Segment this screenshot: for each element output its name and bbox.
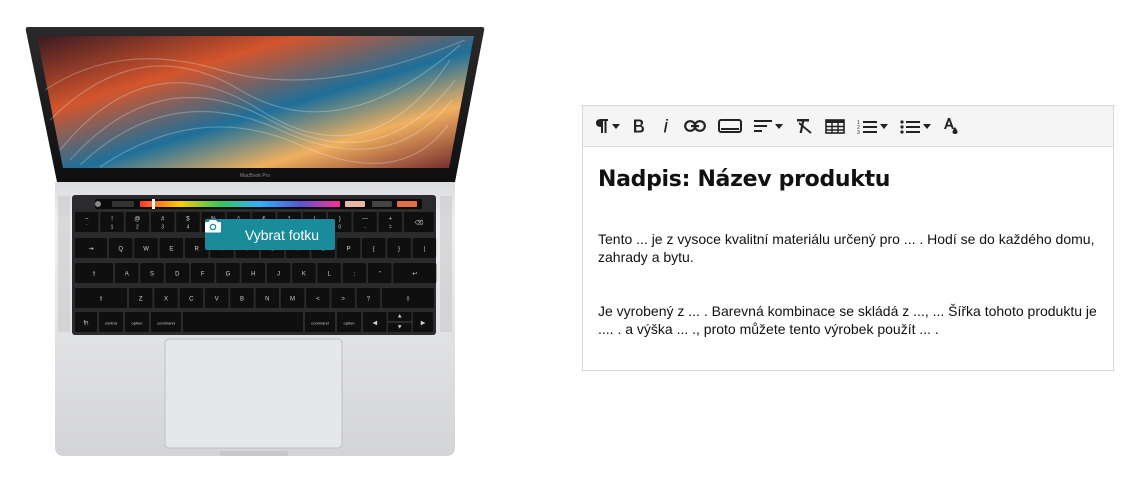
keyboard-key-label: option: [344, 320, 355, 325]
keyboard-key-label: N: [265, 296, 269, 302]
editor-toolbar: 1 2 3: [583, 106, 1113, 147]
keyboard-key: [183, 312, 303, 332]
keyboard-key-label: ↩: [412, 271, 417, 277]
chevron-down-icon: [880, 123, 888, 129]
rectangle-icon: [718, 119, 742, 133]
keyboard-key-label: control: [105, 320, 117, 325]
chevron-down-icon: [775, 123, 783, 129]
keyboard-key-label: M: [290, 296, 295, 302]
bold-button[interactable]: [626, 111, 652, 141]
italic-button[interactable]: [652, 111, 678, 141]
keyboard-key-label: ⇥: [88, 246, 93, 252]
keyboard-key-label: ~: [85, 216, 89, 222]
keyboard-key-label: option: [132, 320, 143, 325]
svg-text:3: 3: [857, 130, 860, 134]
ordered-list-button[interactable]: 1 2 3: [851, 111, 894, 141]
keyboard-key-label: Z: [139, 296, 143, 302]
keyboard-key-label: ": [379, 271, 381, 277]
keyboard-key-label: <: [316, 296, 320, 302]
keyboard-key-label: ▶: [421, 320, 426, 326]
keyboard-key-label: =: [389, 224, 392, 230]
keyboard-key-label: 0: [338, 224, 341, 230]
keyboard-key-label: }: [398, 246, 400, 252]
keyboard-key-label: J: [277, 271, 280, 277]
description-paragraph-1: Tento ... je z vysoce kvalitní materiálu…: [598, 231, 1095, 265]
keyboard-key-label: fn: [83, 320, 88, 326]
keyboard-key-label: X: [164, 296, 168, 302]
keyboard-key-label: Q: [118, 246, 123, 252]
text-color-button[interactable]: [937, 111, 965, 141]
keyboard-key-label: ⇧: [405, 295, 410, 302]
keyboard-key-label: ⇪: [91, 270, 96, 277]
keyboard-key-label: ▼: [397, 325, 403, 331]
description-paragraph-2: Je vyrobený z ... . Barevná kombinace se…: [598, 303, 1097, 337]
table-icon: [825, 118, 845, 134]
keyboard-key-label: D: [175, 271, 180, 277]
keyboard-key-label: F: [201, 271, 205, 277]
keyboard-key-label: ▲: [397, 314, 403, 320]
editor-content[interactable]: Nadpis: Název produktu Tento ... je z vy…: [583, 147, 1113, 338]
keyboard-key-label: 4: [187, 224, 190, 230]
italic-icon: [663, 119, 669, 133]
keyboard-key-label: command: [157, 320, 175, 325]
keyboard-key-label: ◀: [372, 320, 377, 326]
keyboard-key-label: E: [169, 246, 173, 252]
keyboard-key-label: G: [226, 271, 231, 277]
keyboard-key-label: 2: [136, 224, 139, 230]
keyboard-key-label: 3: [161, 224, 164, 230]
keyboard-key-label: ⌫: [415, 219, 424, 226]
camera-icon: [205, 220, 237, 242]
text-color-icon: [944, 118, 958, 134]
keyboard-key-label: B: [240, 296, 244, 302]
rich-text-editor[interactable]: 1 2 3 Nadpis: Název produktu Tento ... j…: [582, 105, 1114, 371]
align-icon: [754, 120, 772, 132]
choose-photo-label: Vybrat fotku: [244, 226, 320, 243]
chevron-down-icon: [612, 123, 620, 129]
link-icon: [684, 120, 706, 132]
keyboard-key-label: command: [311, 320, 329, 325]
clear-format-icon: [797, 119, 812, 134]
laptop-image: MacBook Pro ~`!1@2#3$4%5^6&7*8(9)0—-+=⌫⇥…: [0, 0, 500, 477]
bold-icon: [634, 119, 644, 133]
brand-label: MacBook Pro: [240, 173, 270, 179]
keyboard-key-label: S: [150, 271, 154, 277]
ordered-list-icon: 1 2 3: [857, 120, 877, 134]
table-button[interactable]: [819, 111, 851, 141]
keyboard-key-label: @: [134, 216, 140, 222]
chevron-down-icon: [923, 123, 931, 129]
keyboard-key-label: 1: [111, 224, 114, 230]
keyboard-key-label: V: [215, 296, 219, 302]
keyboard-key-label: C: [189, 296, 194, 302]
keyboard-key-label: —: [362, 216, 368, 222]
keyboard-key-label: ⇧: [98, 295, 103, 302]
keyboard-key-label: A: [125, 271, 129, 277]
align-button[interactable]: [748, 111, 789, 141]
unordered-list-button[interactable]: [894, 111, 937, 141]
keyboard-key-label: K: [302, 271, 306, 277]
keyboard-key-label: >: [341, 296, 345, 302]
keyboard-key-label: ): [339, 216, 341, 222]
paragraph-format-button[interactable]: [589, 111, 626, 141]
unordered-list-icon: [900, 119, 920, 134]
choose-photo-button[interactable]: Vybrat fotku: [205, 219, 335, 250]
product-heading: Nadpis: Název produktu: [598, 167, 891, 192]
keyboard-key-label: W: [143, 246, 149, 252]
keyboard-key-label: P: [346, 246, 350, 252]
pilcrow-icon: [596, 119, 608, 133]
clear-format-button[interactable]: [789, 111, 819, 141]
keyboard-key-label: R: [194, 246, 199, 252]
embed-button[interactable]: [712, 111, 748, 141]
keyboard-key-label: H: [251, 271, 255, 277]
keyboard-key-label: +: [389, 216, 393, 222]
link-button[interactable]: [678, 111, 712, 141]
keyboard-key-label: {: [373, 246, 375, 252]
